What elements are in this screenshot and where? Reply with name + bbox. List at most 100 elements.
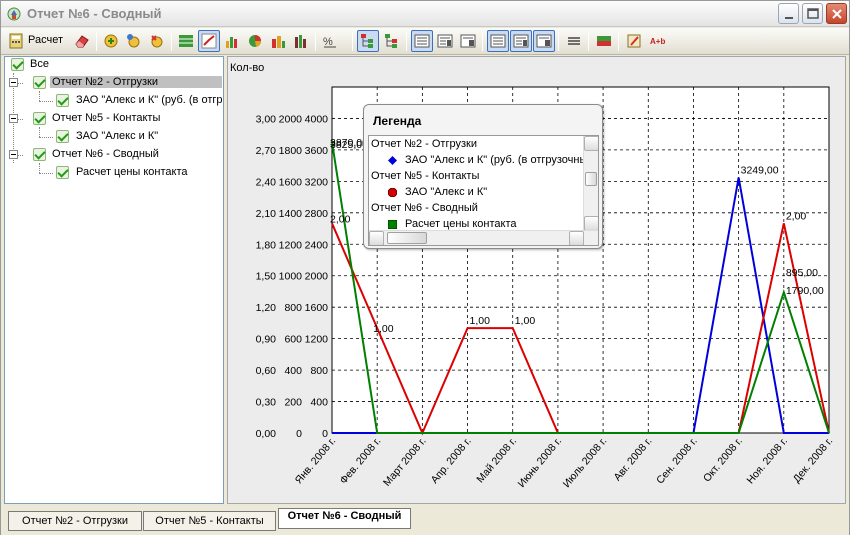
x-tick-label: Окт. 2008 г. (701, 435, 745, 484)
x-tick-label: Дек. 2008 г. (791, 435, 836, 485)
clear-button[interactable] (71, 30, 93, 52)
scroll-thumb[interactable] (387, 232, 427, 244)
edit-button[interactable] (623, 30, 645, 52)
layout-5-button[interactable] (510, 30, 532, 52)
tab-report-6[interactable]: Отчет №6 - Сводный (278, 508, 411, 529)
legend-horizontal-scrollbar[interactable] (369, 230, 598, 245)
y-tick-label: 2,40 (256, 176, 277, 188)
scroll-down-icon[interactable] (584, 216, 598, 231)
checkbox-checked-icon[interactable] (33, 148, 46, 161)
app-icon (7, 7, 21, 21)
percent-button[interactable]: % (319, 30, 341, 52)
table-button[interactable] (593, 30, 615, 52)
tree-view-button[interactable] (357, 30, 379, 52)
calculate-button[interactable]: Расчет (5, 30, 71, 52)
y-tick-label: 800 (284, 302, 302, 314)
y-tick-label: 400 (310, 397, 328, 409)
tree-item-report-2[interactable]: Отчет №2 - Отгрузки (5, 75, 223, 91)
data-label: 1,00 (373, 323, 394, 335)
line-chart-button[interactable] (198, 30, 220, 52)
checkbox-checked-icon[interactable] (33, 112, 46, 125)
column-chart-icon (295, 35, 306, 48)
font-icon: A+b (650, 37, 665, 46)
report-tree: Все Отчет №2 - Отгрузки ЗАО "Алекс и К" … (4, 56, 224, 504)
chart-3d-button[interactable] (267, 30, 289, 52)
y-tick-label: 0,60 (256, 365, 277, 377)
collapse-icon[interactable] (9, 114, 18, 123)
grid-icon (179, 35, 193, 47)
y-tick-label: 4000 (305, 113, 329, 125)
chart-3d-icon (272, 36, 285, 48)
collapse-icon[interactable] (9, 78, 18, 87)
tree-item-alex-contacts[interactable]: ЗАО "Алекс и К" (5, 129, 223, 145)
tree-expand-button[interactable] (381, 30, 403, 52)
edit-icon (627, 34, 641, 48)
y-tick-label: 0 (296, 428, 302, 440)
table-icon (597, 36, 611, 46)
minimize-button[interactable] (778, 3, 799, 24)
x-tick-label: Ноя. 2008 г. (744, 435, 790, 486)
y-tick-label: 1600 (279, 176, 303, 188)
collapse-icon[interactable] (9, 150, 18, 159)
layout-2-button[interactable] (434, 30, 456, 52)
minimize-icon (785, 17, 793, 19)
x-tick-label: Март 2008 г. (381, 435, 429, 489)
font-button[interactable]: A+b (647, 30, 669, 52)
column-chart-button[interactable] (290, 30, 312, 52)
data-label: 2,00 (786, 210, 807, 222)
legend-group-label: Отчет №6 - Сводный (371, 202, 478, 214)
square-marker-icon (388, 220, 397, 229)
add-group-button[interactable] (146, 30, 168, 52)
x-tick-label: Сен. 2008 г. (654, 435, 700, 486)
tab-report-2[interactable]: Отчет №2 - Отгрузки (8, 511, 142, 531)
checkbox-checked-icon[interactable] (11, 58, 24, 71)
grid-view-button[interactable] (175, 30, 197, 52)
y-tick-label: 3600 (305, 145, 329, 157)
checkbox-checked-icon[interactable] (56, 94, 69, 107)
title-bar: Отчет №6 - Сводный (1, 1, 849, 27)
layout-1-button[interactable] (411, 30, 433, 52)
diamond-marker-icon (388, 156, 397, 165)
tree-item-label: Отчет №2 - Отгрузки (50, 76, 222, 88)
add-report-button[interactable] (100, 30, 122, 52)
legend-vertical-scrollbar[interactable] (583, 136, 598, 231)
scroll-right-icon[interactable] (569, 231, 584, 245)
checkbox-checked-icon[interactable] (56, 130, 69, 143)
y-axis-label: Кол-во (230, 62, 264, 74)
bar-chart-icon (226, 37, 237, 48)
legend-window[interactable]: Легенда Отчет №2 - Отгрузки ЗАО "Алекс и… (363, 104, 603, 249)
y-tick-label: 2800 (305, 208, 329, 220)
add-item-icon (127, 34, 140, 48)
report-tabs: Отчет №2 - Отгрузки Отчет №5 - Контакты … (1, 506, 849, 535)
layout-5-icon (513, 34, 529, 48)
y-tick-label: 1000 (279, 271, 303, 283)
circle-marker-icon (388, 188, 397, 197)
data-label: 2,00 (330, 213, 351, 225)
close-button[interactable] (826, 3, 847, 24)
maximize-button[interactable] (802, 3, 823, 24)
scroll-left-icon[interactable] (369, 231, 384, 245)
layout-3-button[interactable] (457, 30, 479, 52)
lines-button[interactable] (563, 30, 585, 52)
add-report-icon (104, 34, 118, 48)
checkbox-checked-icon[interactable] (56, 166, 69, 179)
tree-item-report-5[interactable]: Отчет №5 - Контакты (5, 111, 223, 127)
tree-item-contact-price[interactable]: Расчет цены контакта (5, 165, 223, 181)
tab-report-5[interactable]: Отчет №5 - Контакты (143, 511, 276, 531)
maximize-icon (807, 8, 819, 19)
scroll-thumb[interactable] (585, 172, 597, 186)
layout-6-button[interactable] (533, 30, 555, 52)
tree-item-report-6[interactable]: Отчет №6 - Сводный (5, 147, 223, 163)
checkbox-checked-icon[interactable] (33, 76, 46, 89)
data-label: 895,00 (786, 267, 818, 279)
scroll-up-icon[interactable] (584, 136, 598, 151)
data-label: 1,00 (470, 315, 491, 327)
add-item-button[interactable] (123, 30, 145, 52)
tree-item-alex-shipments[interactable]: ЗАО "Алекс и К" (руб. (в отгр (5, 93, 223, 109)
tree-item-all[interactable]: Все (5, 57, 223, 73)
window-title: Отчет №6 - Сводный (27, 6, 162, 21)
bar-chart-button[interactable] (221, 30, 243, 52)
pie-chart-button[interactable] (244, 30, 266, 52)
tree-item-label: Все (30, 58, 49, 70)
layout-4-button[interactable] (487, 30, 509, 52)
